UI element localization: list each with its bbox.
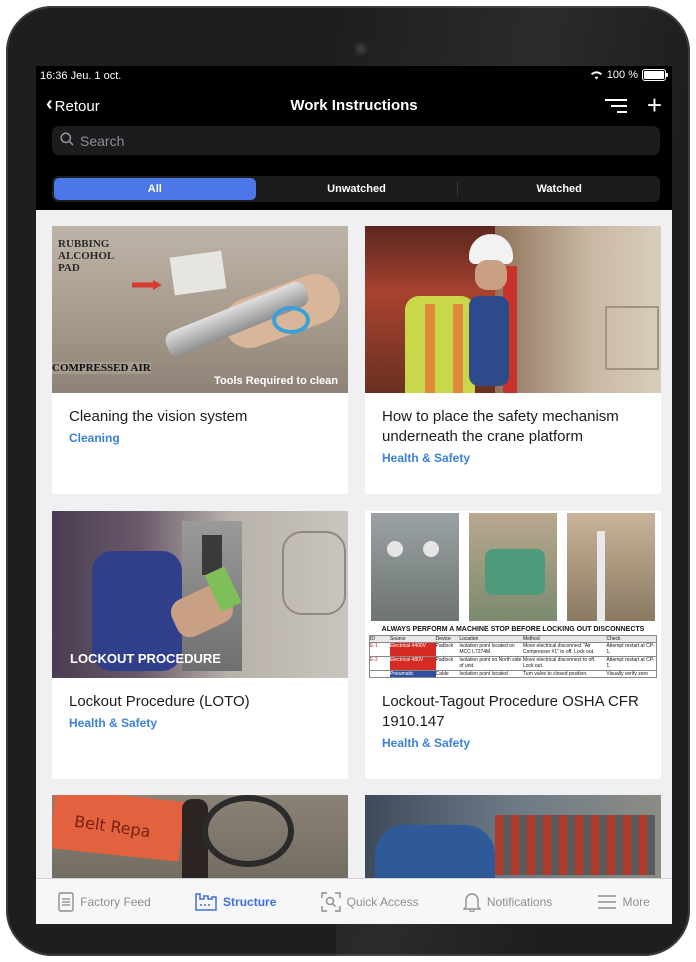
tab-quick-access[interactable]: Quick Access: [320, 892, 419, 912]
status-bar: 16:36 Jeu. 1 oct. 100 %: [36, 68, 672, 84]
status-time: 16:36 Jeu. 1 oct.: [40, 70, 122, 82]
tab-factory-feed[interactable]: Factory Feed: [58, 892, 151, 912]
thumbnail-caption: Tools Required to clean: [214, 375, 338, 387]
card-category[interactable]: Health & Safety: [69, 716, 330, 730]
bell-icon: [462, 893, 481, 912]
video-thumbnail: [365, 226, 661, 393]
instruction-card[interactable]: ALWAYS PERFORM A MACHINE STOP BEFORE LOC…: [365, 511, 661, 779]
structure-icon: [195, 893, 217, 911]
instruction-card[interactable]: Belt Repa: [52, 795, 348, 878]
tab-label: More: [622, 895, 650, 909]
tab-bar: Factory Feed Structure Quick Access Noti…: [36, 878, 672, 924]
feed-icon: [58, 892, 74, 912]
video-thumbnail: LOCKOUT PROCEDURE: [52, 511, 348, 678]
tablet-device: 16:36 Jeu. 1 oct. 100 % ‹ Retour Work In…: [0, 0, 696, 962]
card-title: Cleaning the vision system: [69, 408, 248, 425]
page-title: Work Instructions: [290, 97, 418, 114]
card-category[interactable]: Health & Safety: [382, 451, 643, 465]
instruction-card[interactable]: [365, 795, 661, 878]
segment-watched[interactable]: Watched: [458, 178, 660, 200]
segment-all[interactable]: All: [54, 178, 256, 200]
tab-structure[interactable]: Structure: [195, 893, 276, 911]
search-placeholder: Search: [80, 132, 125, 149]
menu-icon: [597, 895, 616, 909]
search-icon: [60, 132, 74, 149]
instruction-card[interactable]: LOCKOUT PROCEDURE Lockout Procedure (LOT…: [52, 511, 348, 779]
tab-label: Factory Feed: [80, 895, 151, 909]
app-screen: 16:36 Jeu. 1 oct. 100 % ‹ Retour Work In…: [36, 66, 672, 924]
thumbnail-caption: ALWAYS PERFORM A MACHINE STOP BEFORE LOC…: [381, 626, 645, 633]
add-icon[interactable]: +: [647, 92, 662, 118]
filter-icon[interactable]: [604, 96, 627, 114]
instruction-card[interactable]: How to place the safety mechanism undern…: [365, 226, 661, 494]
tab-notifications[interactable]: Notifications: [462, 892, 553, 912]
battery-icon: [642, 69, 668, 81]
video-thumbnail: [365, 795, 661, 878]
card-title: How to place the safety mechanism undern…: [382, 408, 619, 445]
card-category[interactable]: Cleaning: [69, 431, 330, 445]
video-thumbnail: Belt Repa: [52, 795, 348, 878]
video-thumbnail: ALWAYS PERFORM A MACHINE STOP BEFORE LOC…: [365, 511, 661, 678]
instruction-card[interactable]: RUBBING ALCOHOL PAD COMPRESSED AIR Tools…: [52, 226, 348, 494]
card-title: Lockout Procedure (LOTO): [69, 693, 250, 710]
top-bar: 16:36 Jeu. 1 oct. 100 % ‹ Retour Work In…: [36, 66, 672, 210]
battery-percent: 100 %: [606, 69, 638, 81]
thumbnail-caption: RUBBING ALCOHOL PAD: [58, 238, 115, 274]
camera-icon: [354, 42, 368, 56]
tab-label: Quick Access: [346, 895, 419, 909]
thumbnail-caption: COMPRESSED AIR: [52, 362, 151, 374]
video-thumbnail: RUBBING ALCOHOL PAD COMPRESSED AIR Tools…: [52, 226, 348, 393]
tab-label: Structure: [223, 895, 277, 909]
card-title: Lockout-Tagout Procedure OSHA CFR 1910.1…: [382, 693, 639, 730]
watch-filter-control: All Unwatched Watched: [52, 176, 660, 202]
search-input[interactable]: Search: [52, 126, 660, 155]
instructions-grid: RUBBING ALCOHOL PAD COMPRESSED AIR Tools…: [36, 210, 672, 878]
scan-icon: [320, 892, 341, 912]
tab-label: Notifications: [486, 895, 553, 909]
thumbnail-caption: LOCKOUT PROCEDURE: [70, 651, 221, 666]
thumbnail-table: ID Source Device Location Method Check E…: [369, 635, 657, 678]
navigation-bar: ‹ Retour Work Instructions +: [36, 92, 672, 122]
segment-unwatched[interactable]: Unwatched: [256, 178, 458, 200]
card-category[interactable]: Health & Safety: [382, 736, 643, 750]
tab-more[interactable]: More: [597, 894, 650, 910]
wifi-icon: [590, 71, 602, 80]
